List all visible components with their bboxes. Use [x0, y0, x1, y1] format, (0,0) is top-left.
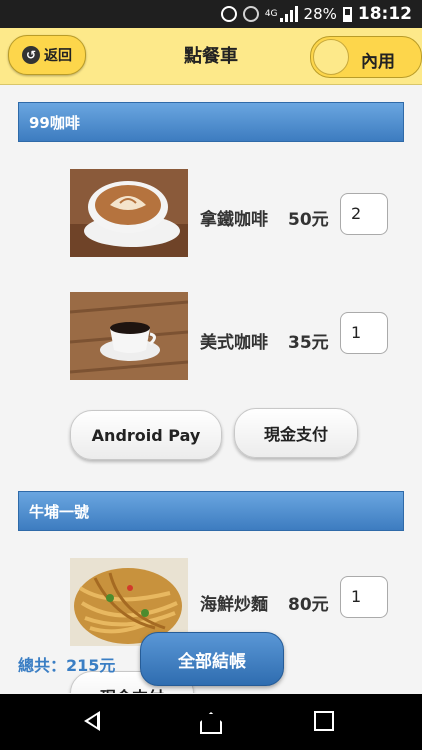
total-amount: 總共：215元	[18, 656, 116, 675]
item-price: 35元	[288, 333, 329, 353]
app-header: ↺ 返回 點餐車 內用	[0, 28, 422, 85]
item-name: 美式咖啡	[200, 333, 268, 353]
signal-icon	[279, 6, 298, 22]
section-header: 牛埔一號	[18, 491, 404, 531]
nav-recents-icon[interactable]	[314, 711, 334, 731]
status-bar: 4G 28% 18:12	[0, 0, 422, 28]
quantity-input[interactable]: 2	[340, 193, 388, 235]
cart-content[interactable]: 99咖啡 拿鐵咖啡 50元 2 美式咖啡 35元 1 Android Pay 現…	[0, 85, 422, 693]
list-item: 拿鐵咖啡 50元 2	[0, 169, 422, 259]
list-item: 美式咖啡 35元 1	[0, 292, 422, 382]
item-name: 海鮮炒麵	[200, 595, 268, 615]
nav-home-icon[interactable]	[200, 712, 222, 734]
toggle-knob	[313, 39, 349, 75]
americano-image	[70, 292, 188, 380]
system-nav-bar	[0, 694, 422, 750]
data-saver-icon	[220, 6, 237, 22]
quantity-input[interactable]: 1	[340, 576, 388, 618]
android-pay-button[interactable]: Android Pay	[70, 410, 222, 460]
clock: 18:12	[357, 4, 412, 24]
item-price: 80元	[288, 595, 329, 615]
battery-percent: 28%	[303, 5, 337, 23]
section-header: 99咖啡	[18, 102, 404, 142]
item-price: 50元	[288, 210, 329, 230]
cash-pay-button[interactable]: 現金支付	[234, 408, 358, 458]
alarm-icon	[242, 6, 259, 22]
nav-back-icon[interactable]	[84, 711, 100, 731]
latte-image	[70, 169, 188, 257]
battery-icon	[342, 6, 352, 22]
quantity-input[interactable]: 1	[340, 312, 388, 354]
network-type: 4G	[264, 9, 278, 19]
item-name: 拿鐵咖啡	[200, 210, 268, 230]
dine-mode-toggle[interactable]: 內用	[310, 36, 422, 78]
checkout-all-button[interactable]: 全部結帳	[140, 632, 284, 686]
dine-mode-label: 內用	[361, 52, 395, 72]
